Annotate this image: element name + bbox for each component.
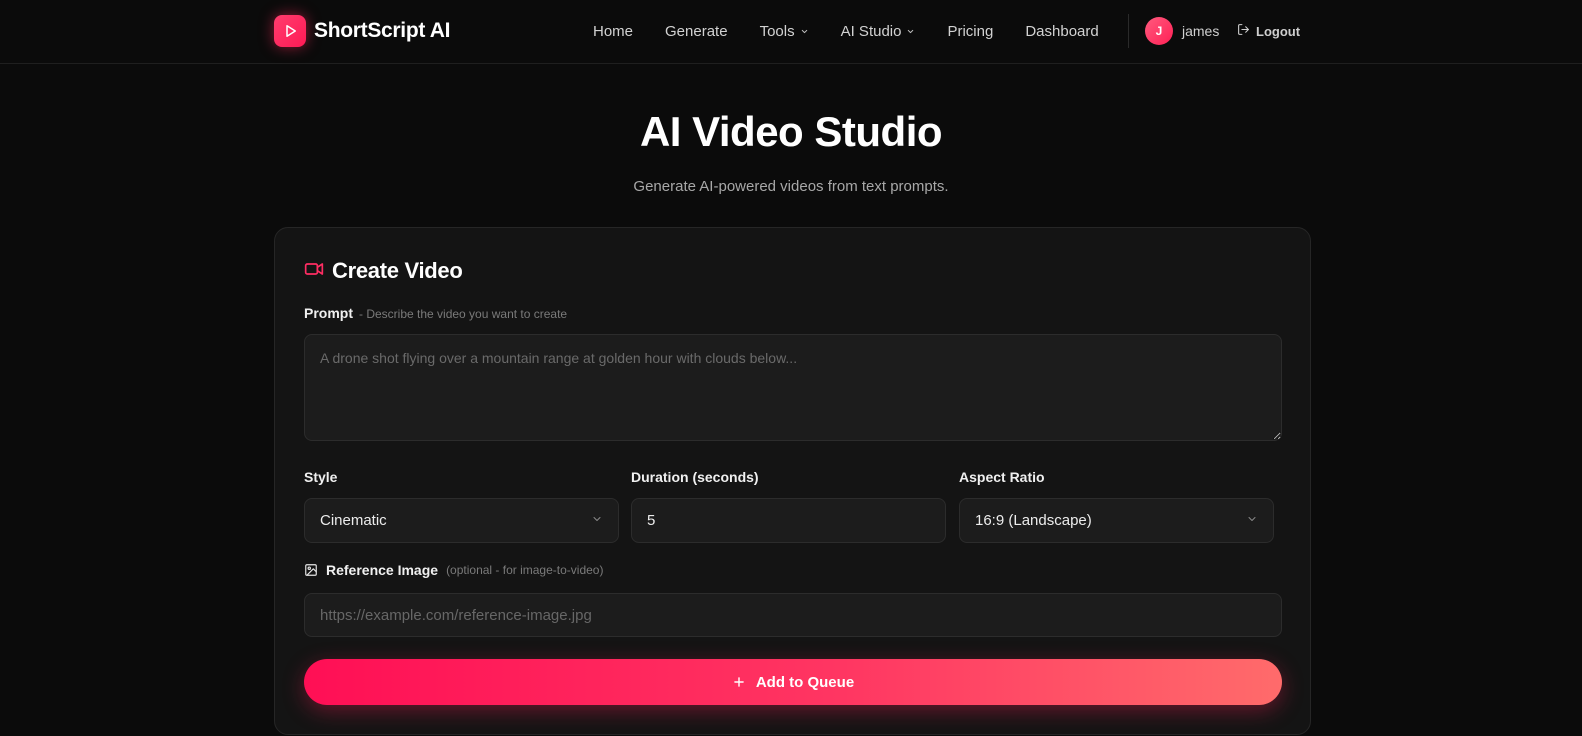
reference-image-label: Reference Image <box>326 562 439 578</box>
nav-item-dashboard[interactable]: Dashboard <box>1025 23 1098 40</box>
nav-item-label: Generate <box>665 23 728 40</box>
chevron-down-icon <box>906 27 915 36</box>
nav-item-label: Tools <box>759 23 795 40</box>
prompt-label: Prompt <box>304 305 353 321</box>
image-icon <box>304 563 318 577</box>
prompt-label-row: Prompt - Describe the video you want to … <box>304 305 567 321</box>
nav-divider <box>1128 14 1129 48</box>
logout-button[interactable]: Logout <box>1237 20 1300 42</box>
prompt-textarea[interactable] <box>304 334 1282 441</box>
top-navbar: ShortScript AI Home Generate Tools AI St… <box>0 0 1582 64</box>
page-subtitle: Generate AI-powered videos from text pro… <box>633 178 949 195</box>
aspect-ratio-label-row: Aspect Ratio <box>959 469 1045 485</box>
nav-item-tools[interactable]: Tools <box>760 23 809 40</box>
video-camera-icon <box>304 259 324 284</box>
style-label-row: Style <box>304 469 337 485</box>
create-video-card: Create Video Prompt - Describe the video… <box>274 227 1311 735</box>
nav-item-home[interactable]: Home <box>593 23 633 40</box>
aspect-ratio-select[interactable]: 16:9 (Landscape) <box>959 498 1274 543</box>
add-to-queue-label: Add to Queue <box>755 673 855 691</box>
nav-item-ai-studio[interactable]: AI Studio <box>841 23 916 40</box>
chevron-down-icon <box>800 27 809 36</box>
user-menu[interactable]: J james <box>1145 17 1219 45</box>
duration-label-row: Duration (seconds) <box>631 469 759 485</box>
brand-link[interactable]: ShortScript AI <box>274 15 451 47</box>
chevron-down-icon <box>1246 512 1258 530</box>
reference-image-hint: (optional - for image-to-video) <box>446 563 604 577</box>
user-name: james <box>1182 23 1220 39</box>
card-header: Create Video <box>304 256 463 286</box>
page-title: AI Video Studio <box>639 108 943 155</box>
main-nav: Home Generate Tools AI Studio Pricing Da… <box>593 0 1099 63</box>
nav-item-label: AI Studio <box>840 23 902 40</box>
logout-icon <box>1237 23 1250 39</box>
style-select[interactable]: Cinematic <box>304 498 619 543</box>
add-to-queue-button[interactable]: Add to Queue <box>304 659 1282 705</box>
logout-label: Logout <box>1256 23 1301 39</box>
avatar: J <box>1145 17 1173 45</box>
nav-item-label: Home <box>593 23 634 40</box>
duration-input[interactable] <box>647 512 930 529</box>
style-select-value: Cinematic <box>320 512 387 529</box>
nav-item-label: Dashboard <box>1025 23 1099 40</box>
style-label: Style <box>304 469 338 485</box>
nav-item-label: Pricing <box>947 23 994 40</box>
brand-name: ShortScript AI <box>314 19 451 42</box>
nav-item-pricing[interactable]: Pricing <box>947 23 993 40</box>
nav-item-generate[interactable]: Generate <box>665 23 728 40</box>
aspect-ratio-label: Aspect Ratio <box>959 469 1045 485</box>
plus-icon <box>732 675 746 689</box>
chevron-down-icon <box>591 512 603 530</box>
card-title: Create Video <box>332 258 463 283</box>
reference-image-url-input[interactable] <box>304 593 1282 637</box>
aspect-ratio-select-value: 16:9 (Landscape) <box>975 512 1092 529</box>
reference-image-label-row: Reference Image (optional - for image-to… <box>304 562 603 578</box>
duration-label: Duration (seconds) <box>631 469 759 485</box>
duration-field[interactable] <box>631 498 946 543</box>
play-logo-icon <box>274 15 306 47</box>
prompt-hint: - Describe the video you want to create <box>359 307 568 321</box>
